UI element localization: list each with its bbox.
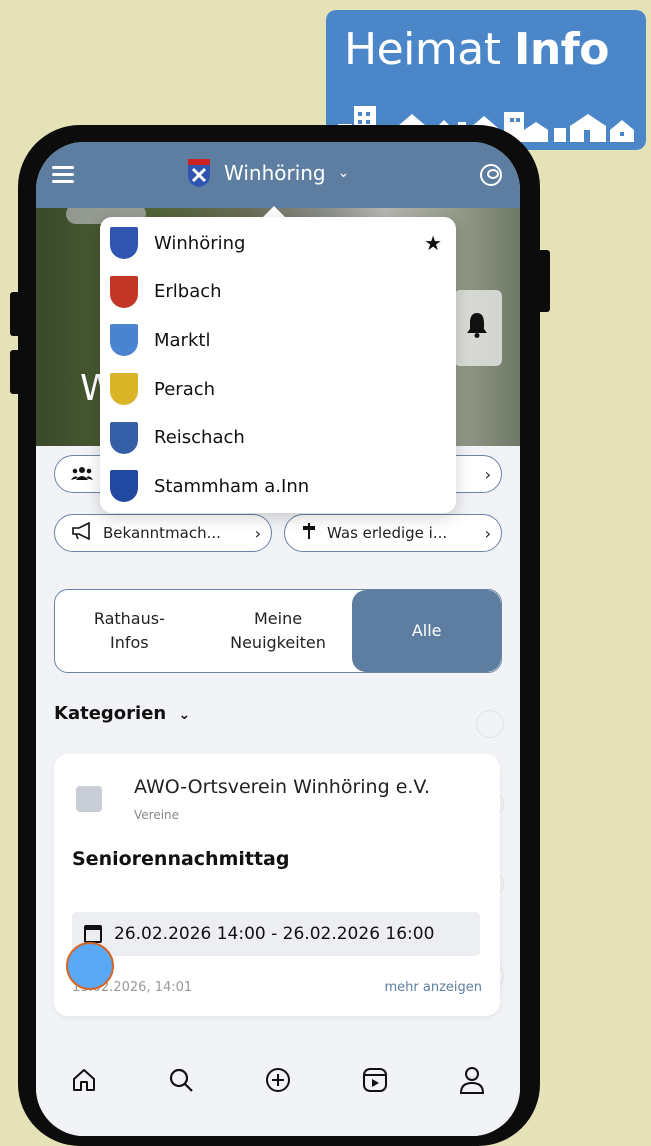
reischach-crest-icon <box>110 421 138 454</box>
dropdown-item-label: Winhöring <box>154 232 246 254</box>
logo-text: Heimat Info <box>344 24 630 75</box>
search-icon[interactable] <box>163 1062 199 1098</box>
calendar-icon <box>84 925 102 943</box>
logo-text-bold: Info <box>513 24 610 75</box>
news-filter-segmented-control: Rathaus- Infos Meine Neuigkeiten Alle <box>54 589 502 673</box>
dropdown-item-stammham[interactable]: Stammham a.Inn <box>100 462 456 511</box>
video-icon[interactable] <box>357 1062 393 1098</box>
perach-crest-icon <box>110 373 138 406</box>
chevron-right-icon: › <box>254 523 261 543</box>
chevron-down-icon: ⌄ <box>337 165 350 181</box>
signpost-icon <box>301 522 317 544</box>
image-placeholder-icon <box>76 786 102 812</box>
marktl-crest-icon <box>110 324 138 357</box>
dropdown-item-label: Stammham a.Inn <box>154 475 310 497</box>
power-button <box>538 250 550 312</box>
chevron-down-icon: ⌄ <box>178 707 191 723</box>
notifications-button[interactable] <box>454 290 502 366</box>
bottom-navigation <box>36 1030 520 1136</box>
group-icon <box>71 465 93 484</box>
was-erledige-chip[interactable]: Was erledige i... › <box>284 514 502 552</box>
card-category: Vereine <box>134 808 180 822</box>
dropdown-item-reischach[interactable]: Reischach <box>100 413 456 462</box>
heart-icon[interactable] <box>476 710 504 738</box>
card-organization: AWO-Ortsverein Winhöring e.V. <box>134 776 431 798</box>
card-dates-text: 26.02.2026 14:00 - 26.02.2026 16:00 <box>114 924 435 944</box>
hamburger-menu-icon[interactable] <box>52 166 74 184</box>
profile-icon[interactable] <box>454 1062 490 1098</box>
dropdown-item-label: Marktl <box>154 329 211 351</box>
bekanntmachungen-chip[interactable]: Bekanntmach... › <box>54 514 272 552</box>
account-icon[interactable] <box>480 164 502 186</box>
dropdown-item-winhoering[interactable]: Winhöring ★ <box>100 219 456 268</box>
dropdown-item-marktl[interactable]: Marktl <box>100 316 456 365</box>
community-selector[interactable]: Winhöring ⌄ <box>186 159 349 187</box>
megaphone-icon <box>71 521 93 544</box>
chevron-right-icon: › <box>484 464 491 484</box>
segment-rathaus-infos[interactable]: Rathaus- Infos <box>55 590 204 672</box>
categories-label: Kategorien <box>54 703 167 724</box>
stammham-crest-icon <box>110 470 138 503</box>
volume-up-button <box>10 292 20 336</box>
dropdown-item-perach[interactable]: Perach <box>100 365 456 414</box>
home-icon[interactable] <box>66 1062 102 1098</box>
winhoering-crest-icon <box>110 227 138 260</box>
was-erledige-label: Was erledige i... <box>327 524 448 542</box>
add-icon[interactable] <box>260 1062 296 1098</box>
show-more-link[interactable]: mehr anzeigen <box>384 980 482 995</box>
app-header: Winhöring ⌄ <box>36 142 520 208</box>
floating-action-button[interactable] <box>66 942 114 990</box>
dropdown-item-label: Perach <box>154 378 216 400</box>
volume-down-button <box>10 350 20 394</box>
card-date-range: 26.02.2026 14:00 - 26.02.2026 16:00 <box>72 912 480 956</box>
dropdown-item-erlbach[interactable]: Erlbach <box>100 268 456 317</box>
chevron-right-icon: › <box>484 523 491 543</box>
winhoering-crest-icon <box>188 159 210 187</box>
logo-text-regular: Heimat <box>344 24 501 75</box>
segment-meine-neuigkeiten[interactable]: Meine Neuigkeiten <box>204 590 353 672</box>
favorite-star-icon[interactable]: ★ <box>424 231 442 255</box>
dropdown-item-label: Erlbach <box>154 281 222 303</box>
community-name: Winhöring <box>224 161 326 185</box>
community-dropdown-menu: Winhöring ★ Erlbach Marktl Perach Reisch… <box>100 217 456 513</box>
bekanntmachungen-label: Bekanntmach... <box>103 524 221 542</box>
dropdown-item-label: Reischach <box>154 427 245 449</box>
erlbach-crest-icon <box>110 275 138 308</box>
news-card[interactable]: AWO-Ortsverein Winhöring e.V. Vereine Se… <box>54 754 500 1016</box>
card-title: Seniorennachmittag <box>72 848 290 870</box>
segment-alle[interactable]: Alle <box>352 590 501 672</box>
bell-icon <box>467 313 487 338</box>
categories-dropdown[interactable]: Kategorien ⌄ <box>54 703 190 724</box>
